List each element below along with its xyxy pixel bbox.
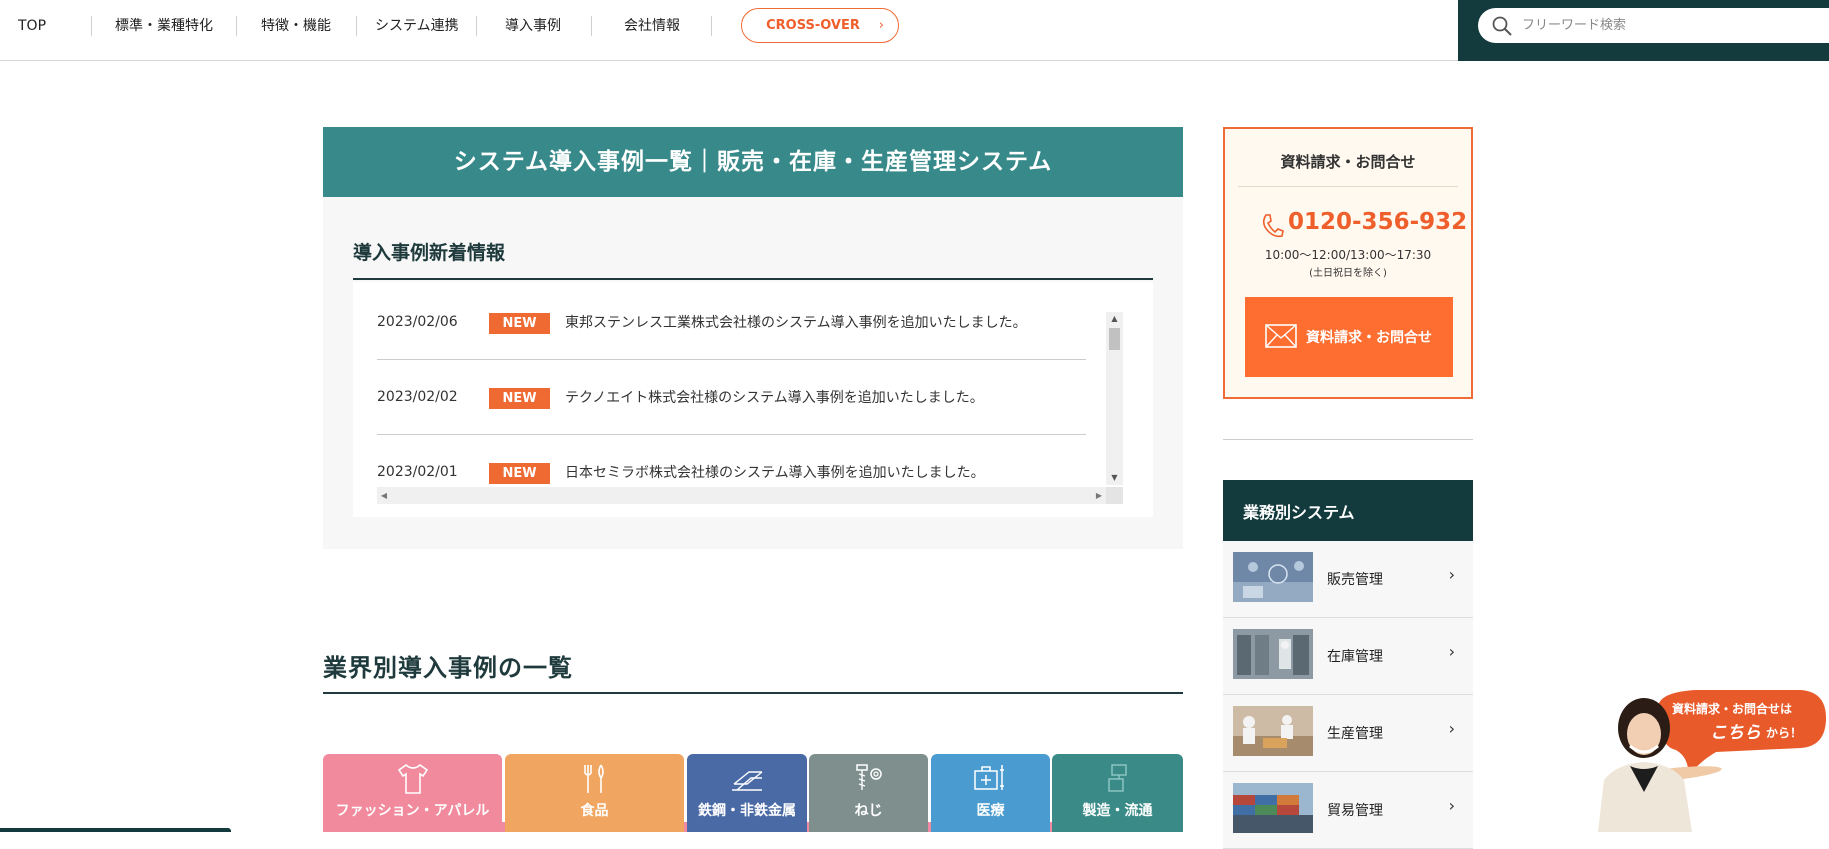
industry-label: 鉄鋼・非鉄金属 [698,803,796,819]
new-badge: NEW [489,313,550,334]
system-item-trade[interactable]: 貿易管理 › [1223,772,1473,849]
horizontal-scrollbar[interactable]: ◀ ▶ [377,487,1106,504]
page-title: システム導入事例一覧｜販売・在庫・生産管理システム [323,127,1183,197]
scroll-down-arrow-icon[interactable]: ▼ [1106,471,1123,485]
scroll-right-arrow-icon[interactable]: ▶ [1092,487,1106,504]
new-badge: NEW [489,388,550,409]
nav-system-integration[interactable]: システム連携 [375,0,459,52]
system-label: 生産管理 [1327,726,1383,742]
phone-icon [1262,214,1284,238]
news-date: 2023/02/01 [377,464,458,480]
nav-features[interactable]: 特徴・機能 [261,0,331,52]
nav-top[interactable]: TOP [18,0,46,52]
system-label: 貿易管理 [1327,803,1383,819]
news-date: 2023/02/06 [377,314,458,330]
search-icon[interactable] [1492,16,1512,36]
promo-text-line1: 資料請求・お問合せは [1672,702,1793,716]
news-divider [377,434,1086,435]
news-link[interactable]: テクノエイト株式会社様のシステム導入事例を追加いたしました。 [565,388,984,408]
system-label: 在庫管理 [1327,649,1383,665]
search-input[interactable] [1520,8,1820,43]
factory-icon [1107,764,1127,792]
system-item-production[interactable]: 生産管理 › [1223,695,1473,772]
news-heading-rule [353,278,1153,280]
medical-icon [973,765,1004,790]
nav-separator [476,16,477,36]
steel-icon [732,771,763,791]
trade-thumbnail [1233,783,1313,833]
vertical-scrollbar[interactable]: ▲ ▼ [1106,312,1123,485]
chevron-right-icon: › [1448,719,1455,738]
industry-tile-medical[interactable]: 医療 [931,754,1050,832]
phone-number[interactable]: 0120-356-932 [1288,209,1467,235]
chevron-right-icon: › [1448,642,1455,661]
systems-heading: 業務別システム [1223,480,1473,541]
new-badge: NEW [489,463,550,484]
system-item-inventory[interactable]: 在庫管理 › [1223,618,1473,695]
inventory-thumbnail [1233,629,1313,679]
bottom-bar [0,828,231,832]
sidebar-divider [1223,439,1473,440]
nav-separator [236,16,237,36]
search-bar [1458,0,1829,61]
scrollbar-thumb[interactable] [1109,328,1120,350]
nav-separator [711,16,712,36]
chevron-right-icon: › [878,18,884,33]
hours-note: (土日祝日を除く) [1309,268,1387,279]
industry-heading-rule [323,692,1183,694]
contact-divider [1238,186,1458,187]
nav-separator [91,16,92,36]
sales-thumbnail [1233,552,1313,602]
industry-tile-steel[interactable]: 鉄鋼・非鉄金属 [687,754,807,832]
news-item[interactable]: 2023/02/01 NEW 日本セミラボ株式会社様のシステム導入事例を追加いた… [377,462,1086,486]
news-date: 2023/02/02 [377,389,458,405]
promo-text-line2: こちら [1710,723,1761,743]
contact-button-label: 資料請求・お問合せ [1306,330,1432,346]
industry-heading: 業界別導入事例の一覧 [323,654,573,682]
scroll-up-arrow-icon[interactable]: ▲ [1106,312,1123,326]
chevron-right-icon: › [1448,565,1455,584]
news-link[interactable]: 日本セミラボ株式会社様のシステム導入事例を追加いたしました。 [565,463,985,483]
chevron-right-icon: › [1448,796,1455,815]
news-divider [377,359,1086,360]
contact-button[interactable]: 資料請求・お問合せ [1245,297,1453,377]
nav-separator [591,16,592,36]
cross-over-label: CROSS-OVER [766,18,860,33]
industry-label: ねじ [854,803,883,819]
industry-label: 食品 [580,803,609,819]
nav-case-studies[interactable]: 導入事例 [505,0,561,52]
business-hours: 10:00～12:00/13:00～17:30 [1264,248,1432,262]
promo-text-line3: から！ [1766,726,1803,740]
industry-tile-food[interactable]: 食品 [505,754,684,832]
industry-label: 医療 [976,803,1005,819]
scroll-left-arrow-icon[interactable]: ◀ [377,487,391,504]
contact-box: 資料請求・お問合せ 0120-356-932 10:00～12:00/13:00… [1223,127,1473,399]
news-item[interactable]: 2023/02/06 NEW 東邦ステンレス工業株式会社様のシステム導入事例を追… [377,312,1086,387]
scrollbar-corner [1106,487,1123,504]
nav-company[interactable]: 会社情報 [624,0,680,52]
mail-icon [1265,324,1297,348]
news-link[interactable]: 東邦ステンレス工業株式会社様のシステム導入事例を追加いたしました。 [565,313,1027,333]
utensils-icon [583,764,604,793]
industry-label: ファッション・アパレル [335,803,490,819]
system-label: 販売管理 [1327,572,1383,588]
production-thumbnail [1233,706,1313,756]
industry-tile-screw[interactable]: ねじ [809,754,928,832]
floating-contact-banner[interactable]: 資料請求・お問合せは こちら から！ [1596,688,1829,832]
news-item[interactable]: 2023/02/02 NEW テクノエイト株式会社様のシステム導入事例を追加いた… [377,387,1086,462]
industry-tile-manufacturing[interactable]: 製造・流通 [1052,754,1183,832]
industry-tile-fashion[interactable]: ファッション・アパレル [323,754,502,832]
cross-over-button[interactable]: CROSS-OVER › [741,8,899,43]
nav-standard-industry[interactable]: 標準・業種特化 [115,0,213,52]
contact-title: 資料請求・お問合せ [1280,153,1416,171]
tshirt-icon [397,763,428,794]
industry-label: 製造・流通 [1082,803,1153,819]
news-heading: 導入事例新着情報 [353,242,506,264]
screw-icon [855,764,882,790]
search-field [1478,8,1829,43]
system-item-sales[interactable]: 販売管理 › [1223,541,1473,618]
nav-separator [356,16,357,36]
